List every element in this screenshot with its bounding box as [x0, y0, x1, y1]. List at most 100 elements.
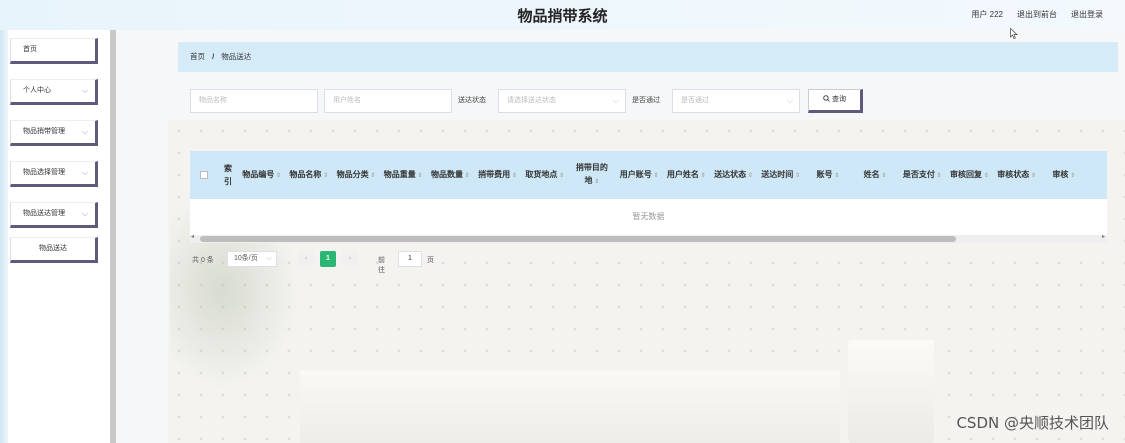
- sidebar-item-delivery-management[interactable]: 物品送达管理 ⌵: [10, 202, 98, 228]
- sidebar-divider: [110, 30, 116, 443]
- column-header[interactable]: 审核 ⇕: [1040, 168, 1087, 183]
- sidebar-item-label: 首页: [23, 46, 37, 53]
- column-header[interactable]: 物品数量 ⇕: [427, 168, 474, 183]
- sort-icon[interactable]: ⇕: [1029, 173, 1036, 179]
- sidebar: 首页 个人中心 ⌵ 物品捎带管理 ⌵ 物品选择管理 ⌵ 物品送达管理 ⌵ 物品送…: [8, 30, 110, 443]
- page-size-select[interactable]: 10条/页 ⌵: [227, 251, 277, 267]
- sort-icon[interactable]: ⇕: [746, 173, 753, 179]
- column-header-label: 审核回复: [950, 169, 983, 179]
- item-name-placeholder: 物品名称: [199, 97, 227, 104]
- sort-icon[interactable]: ⇕: [274, 173, 281, 179]
- sidebar-item-label: 物品捎带管理: [23, 128, 65, 135]
- search-icon: [823, 95, 830, 102]
- column-header[interactable]: 用户账号 ⇕: [616, 168, 663, 183]
- sidebar-subitem-label: 物品送达: [39, 245, 67, 252]
- sidebar-subitem-delivery[interactable]: 物品送达: [10, 237, 98, 263]
- background-cup-image: [848, 340, 934, 443]
- column-header-label: 用户姓名: [666, 169, 699, 179]
- background-block-image: [300, 370, 840, 443]
- column-header[interactable]: 用户姓名 ⇕: [663, 168, 710, 183]
- page-size-value: 10条/页: [234, 255, 258, 262]
- sort-icon[interactable]: ⇕: [793, 173, 800, 179]
- column-header[interactable]: 审核状态 ⇕: [993, 168, 1040, 183]
- breadcrumb-home[interactable]: 首页: [190, 52, 205, 61]
- column-header[interactable]: 捎带费用 ⇕: [474, 168, 521, 183]
- sort-icon[interactable]: ⇕: [982, 173, 989, 179]
- breadcrumb-separator: /: [212, 52, 215, 61]
- exit-to-front-link[interactable]: 退出到前台: [1017, 9, 1057, 20]
- column-header-label: 物品名称: [289, 169, 322, 179]
- column-header-label: 审核状态: [997, 169, 1030, 179]
- sort-icon[interactable]: ⇕: [935, 173, 942, 179]
- page-button-current[interactable]: 1: [320, 251, 336, 267]
- query-button[interactable]: 查询: [808, 89, 863, 113]
- app-title: 物品捎带系统: [517, 7, 608, 25]
- sort-icon[interactable]: ⇕: [880, 173, 886, 179]
- sort-icon[interactable]: ⇕: [1068, 173, 1075, 179]
- column-header-label: 账号: [816, 169, 833, 179]
- next-page-button[interactable]: ›: [342, 251, 358, 267]
- index-header: 索引: [224, 164, 232, 186]
- sort-icon[interactable]: ⇕: [369, 173, 375, 179]
- sort-icon[interactable]: ⇕: [510, 173, 517, 179]
- column-header[interactable]: 审核回复 ⇕: [946, 168, 993, 183]
- table-header: 索引 物品编号 ⇕ 物品名称 ⇕ 物品分类 ⇕ 物品重量 ⇕ 物品数量 ⇕ 捎带费用 ⇕ 取…: [190, 151, 1107, 199]
- scroll-left-arrow-icon[interactable]: ◂: [191, 233, 194, 240]
- column-header-label: 物品编号: [242, 169, 275, 179]
- goto-label: 前往: [378, 257, 385, 274]
- column-header[interactable]: 是否支付 ⇕: [899, 168, 946, 183]
- top-right-links: 用户 222 退出到前台 退出登录: [971, 9, 1103, 20]
- approved-select[interactable]: 是否通过 ⌵: [672, 89, 800, 113]
- sort-icon[interactable]: ⇕: [416, 173, 422, 179]
- sidebar-item-label: 个人中心: [23, 87, 51, 94]
- breadcrumb: 首页 / 物品送达: [178, 42, 1118, 72]
- column-header[interactable]: 送达状态 ⇕: [710, 168, 757, 183]
- column-header[interactable]: 物品编号 ⇕: [238, 168, 285, 183]
- select-all-checkbox[interactable]: [200, 171, 208, 179]
- sort-icon[interactable]: ⇕: [463, 173, 470, 179]
- column-header-label: 物品分类: [336, 169, 369, 179]
- column-header[interactable]: 物品重量 ⇕: [380, 168, 427, 183]
- chevron-down-icon: ⌵: [786, 96, 793, 105]
- sort-icon[interactable]: ⇕: [321, 173, 328, 179]
- sort-icon[interactable]: ⇕: [832, 173, 839, 179]
- scroll-right-arrow-icon[interactable]: ▸: [1102, 233, 1105, 240]
- sort-icon[interactable]: ⇕: [652, 173, 658, 179]
- column-header[interactable]: 物品分类 ⇕: [332, 168, 379, 183]
- column-header-label: 取货地点: [525, 169, 558, 179]
- goto-page-input[interactable]: 1: [398, 251, 422, 267]
- chevron-down-icon: ⌵: [81, 127, 88, 136]
- breadcrumb-current: 物品送达: [221, 52, 252, 61]
- sidebar-item-carry-management[interactable]: 物品捎带管理 ⌵: [10, 120, 98, 146]
- scrollbar-thumb[interactable]: [200, 236, 956, 242]
- column-header[interactable]: 送达时间 ⇕: [757, 168, 804, 183]
- horizontal-scrollbar[interactable]: ◂ ▸: [190, 233, 1107, 243]
- sort-icon[interactable]: ⇕: [699, 173, 706, 179]
- item-name-input[interactable]: 物品名称: [190, 89, 318, 113]
- column-header[interactable]: 取货地点 ⇕: [521, 168, 568, 183]
- delivery-status-label: 送达状态: [458, 97, 486, 104]
- data-table: 索引 物品编号 ⇕ 物品名称 ⇕ 物品分类 ⇕ 物品重量 ⇕ 物品数量 ⇕ 捎带费用 ⇕ 取…: [190, 151, 1107, 243]
- delivery-status-select[interactable]: 请选择送达状态 ⌵: [498, 89, 626, 113]
- user-name-input[interactable]: 用户姓名: [324, 89, 452, 113]
- column-header[interactable]: 姓名 ⇕: [851, 168, 898, 183]
- user-name-placeholder: 用户姓名: [333, 97, 361, 104]
- sidebar-item-personal-center[interactable]: 个人中心 ⌵: [10, 79, 98, 105]
- column-header-label: 捎带费用: [478, 169, 511, 179]
- chevron-down-icon: ⌵: [81, 86, 88, 95]
- delivery-status-placeholder: 请选择送达状态: [507, 97, 556, 104]
- prev-page-button[interactable]: ‹: [298, 251, 314, 267]
- column-header[interactable]: 账号 ⇕: [804, 168, 851, 183]
- sort-icon[interactable]: ⇕: [557, 173, 564, 179]
- column-header-label: 姓名: [863, 169, 880, 179]
- logout-link[interactable]: 退出登录: [1071, 9, 1103, 20]
- column-header-label: 物品数量: [430, 169, 463, 179]
- sidebar-item-selection-management[interactable]: 物品选择管理 ⌵: [10, 161, 98, 187]
- column-header[interactable]: 物品名称 ⇕: [285, 168, 332, 183]
- approved-placeholder: 是否通过: [681, 97, 709, 104]
- query-button-label: 查询: [831, 96, 846, 103]
- sidebar-item-home[interactable]: 首页: [10, 38, 98, 64]
- sort-icon[interactable]: ⇕: [593, 179, 599, 185]
- column-header[interactable]: 捎带目的地 ⇕: [568, 161, 615, 189]
- top-bar: 物品捎带系统 用户 222 退出到前台 退出登录: [0, 0, 1125, 30]
